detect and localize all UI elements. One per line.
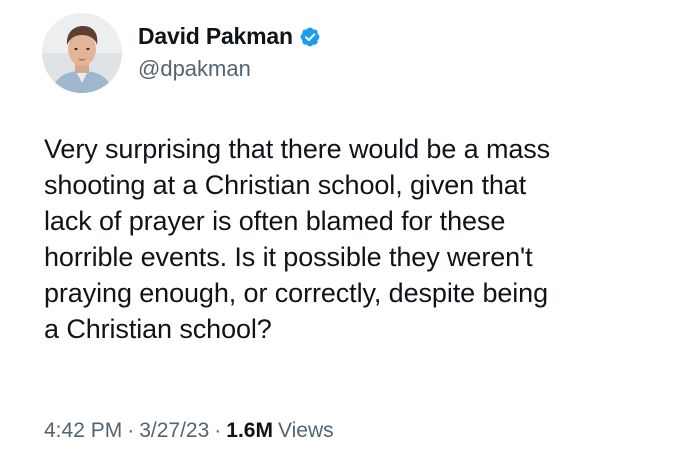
name-row: David Pakman: [138, 25, 321, 48]
author-names: David Pakman @dpakman: [138, 25, 321, 80]
verified-badge-icon[interactable]: [299, 26, 321, 48]
avatar[interactable]: [42, 13, 122, 93]
views-label: Views: [277, 419, 334, 442]
avatar-image: [42, 13, 122, 93]
tweet-header: David Pakman @dpakman: [42, 13, 321, 93]
meta-separator: ·: [214, 419, 222, 442]
tweet-text: Very surprising that there would be a ma…: [44, 134, 551, 344]
meta-separator: ·: [127, 419, 135, 442]
tweet-meta: 4:42 PM · 3/27/23 · 1.6M Views: [44, 418, 334, 444]
tweet-date[interactable]: 3/27/23: [139, 418, 209, 444]
views-count[interactable]: 1.6M: [226, 418, 273, 444]
tweet-time[interactable]: 4:42 PM: [44, 418, 122, 444]
display-name[interactable]: David Pakman: [138, 25, 293, 48]
handle[interactable]: @dpakman: [138, 58, 321, 80]
tweet: David Pakman @dpakman Very surprising th…: [0, 0, 680, 453]
